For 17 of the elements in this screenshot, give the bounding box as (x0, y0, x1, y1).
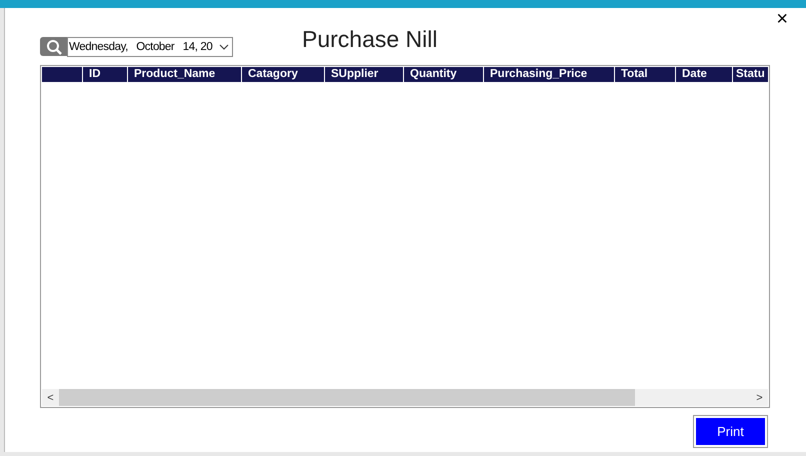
column-header[interactable]: Quantity (403, 67, 483, 82)
column-header[interactable]: Catagory (241, 67, 324, 82)
chevron-down-icon[interactable] (219, 44, 229, 50)
close-button[interactable]: × (770, 8, 794, 30)
date-picker[interactable]: Wednesday, October 14, 20 (67, 36, 233, 56)
column-header[interactable]: SUpplier (324, 67, 403, 82)
column-header[interactable]: Product_Name (127, 67, 241, 82)
horizontal-scrollbar[interactable]: < > (42, 389, 768, 406)
print-button[interactable]: Print (694, 416, 767, 447)
column-header[interactable]: Statu (732, 67, 768, 82)
dialog-title: Purchase Nill (302, 26, 438, 53)
column-header[interactable]: Total (614, 67, 675, 82)
column-header[interactable]: ID (82, 67, 127, 82)
column-header[interactable]: Purchasing_Price (483, 67, 614, 82)
search-button[interactable] (40, 37, 67, 56)
column-header[interactable]: Date (675, 67, 732, 82)
scrollbar-thumb[interactable] (59, 389, 635, 406)
